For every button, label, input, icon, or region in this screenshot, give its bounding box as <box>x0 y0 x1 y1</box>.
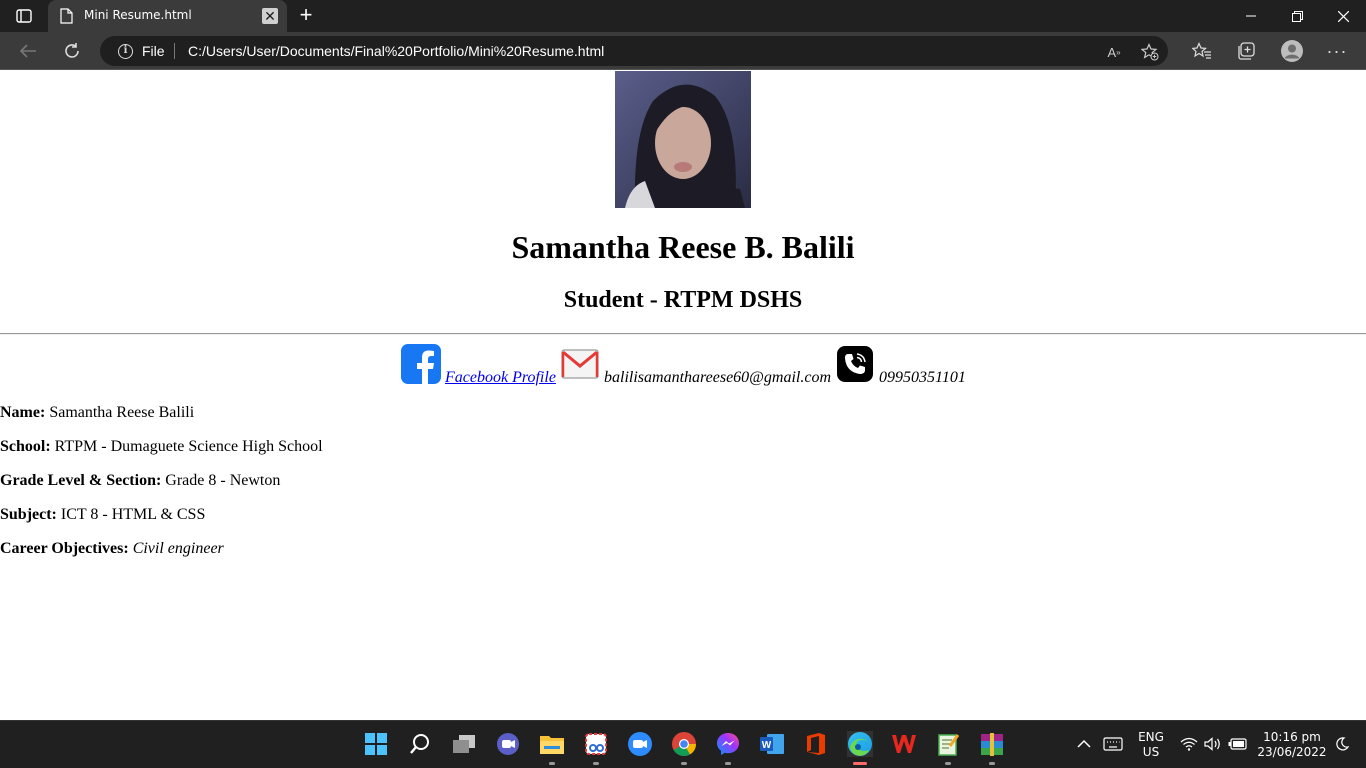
winrar-icon[interactable] <box>979 731 1005 765</box>
profile-photo <box>615 71 751 208</box>
address-separator <box>174 43 175 59</box>
task-view-icon[interactable] <box>451 731 477 757</box>
wps-icon[interactable] <box>891 731 917 757</box>
field-value: Grade 8 - Newton <box>165 472 281 489</box>
taskbar: W ENG US 10:16 pm 23/06/2022 <box>0 720 1366 768</box>
horizontal-rule <box>0 333 1366 335</box>
restore-icon[interactable] <box>1274 0 1320 32</box>
add-favorite-icon[interactable] <box>1140 42 1160 62</box>
field-value: RTPM - Dumaguete Science High School <box>54 438 323 455</box>
running-indicator <box>989 762 995 765</box>
field-school: School: RTPM - Dumaguete Science High Sc… <box>0 438 323 456</box>
collections-icon[interactable] <box>1235 40 1257 62</box>
field-label: Subject: <box>0 506 57 523</box>
word-icon[interactable]: W <box>759 731 785 757</box>
close-tab-icon[interactable]: ✕ <box>262 8 278 24</box>
facebook-icon[interactable] <box>401 344 441 384</box>
field-career-objectives: Career Objectives: Civil engineer <box>0 540 224 558</box>
field-grade-section: Grade Level & Section: Grade 8 - Newton <box>0 472 280 490</box>
clock-date: 23/06/2022 <box>1257 745 1327 759</box>
running-indicator <box>549 762 555 765</box>
new-tab-icon[interactable]: + <box>294 4 318 28</box>
show-hidden-icons-icon[interactable] <box>1073 731 1095 757</box>
contact-row: Facebook Profile balilisamanthareese60@g… <box>0 343 1366 389</box>
tab-bar: Mini Resume.html ✕ + <box>0 0 1366 32</box>
active-indicator <box>853 762 867 765</box>
info-icon[interactable]: i <box>118 44 133 59</box>
edge-icon[interactable] <box>847 731 873 765</box>
tab-actions-icon[interactable] <box>12 7 36 25</box>
browser-toolbar: i File C:/Users/User/Documents/Final%20P… <box>0 32 1366 70</box>
tab-mini-resume[interactable]: Mini Resume.html ✕ <box>48 0 287 32</box>
field-label: School: <box>0 438 51 455</box>
resume-name-heading: Samantha Reese B. Balili <box>511 229 855 265</box>
clock[interactable]: 10:16 pm 23/06/2022 <box>1254 730 1330 760</box>
clock-time: 10:16 pm <box>1263 730 1321 744</box>
refresh-icon[interactable] <box>59 38 85 64</box>
minimize-icon[interactable] <box>1228 0 1274 32</box>
field-label: Grade Level & Section: <box>0 472 162 489</box>
tab-title: Mini Resume.html <box>84 8 192 22</box>
notepad-icon[interactable] <box>935 731 961 765</box>
field-name: Name: Samantha Reese Balili <box>0 404 194 422</box>
field-label: Career Objectives: <box>0 540 129 557</box>
volume-icon[interactable] <box>1202 731 1224 757</box>
field-value: ICT 8 - HTML & CSS <box>60 506 206 523</box>
email-address: balilisamanthareese60@gmail.com <box>604 369 831 386</box>
language-code: ENG <box>1138 730 1164 744</box>
resume-subtitle-heading: Student - RTPM DSHS <box>563 287 803 313</box>
address-bar[interactable]: i File C:/Users/User/Documents/Final%20P… <box>100 36 1168 66</box>
wifi-icon[interactable] <box>1178 731 1200 757</box>
field-subject: Subject: ICT 8 - HTML & CSS <box>0 506 205 524</box>
notifications-moon-icon[interactable] <box>1332 731 1352 757</box>
file-explorer-icon[interactable] <box>539 731 565 765</box>
close-window-icon[interactable] <box>1320 0 1366 32</box>
snipping-tool-icon[interactable] <box>583 731 609 765</box>
favorites-icon[interactable] <box>1191 40 1213 62</box>
phone-icon <box>837 346 873 382</box>
url-text[interactable]: C:/Users/User/Documents/Final%20Portfoli… <box>188 43 604 59</box>
facebook-profile-link[interactable]: Facebook Profile <box>445 369 556 387</box>
address-scheme-label: File <box>142 43 165 59</box>
running-indicator <box>725 762 731 765</box>
running-indicator <box>945 762 951 765</box>
running-indicator <box>593 762 599 765</box>
chrome-icon[interactable] <box>671 731 697 765</box>
back-icon[interactable] <box>15 38 41 64</box>
more-options-icon[interactable]: ··· <box>1326 40 1348 62</box>
document-icon <box>60 8 74 24</box>
field-value: Civil engineer <box>132 540 224 557</box>
messenger-icon[interactable] <box>715 731 741 765</box>
field-value: Samantha Reese Balili <box>49 404 195 421</box>
language-indicator[interactable]: ENG US <box>1135 730 1167 760</box>
teams-chat-icon[interactable] <box>495 731 521 757</box>
profile-avatar-icon[interactable] <box>1281 40 1303 62</box>
resume-page: Samantha Reese B. Balili Student - RTPM … <box>0 71 1366 720</box>
field-label: Name: <box>0 404 46 421</box>
search-icon[interactable] <box>407 731 433 757</box>
read-aloud-icon[interactable]: A» <box>1104 42 1124 62</box>
battery-icon[interactable] <box>1226 731 1250 757</box>
zoom-icon[interactable] <box>627 731 653 757</box>
touch-keyboard-icon[interactable] <box>1101 731 1125 757</box>
svg-text:W: W <box>762 740 772 751</box>
language-region: US <box>1142 745 1160 759</box>
email-icon <box>561 349 599 379</box>
start-icon[interactable] <box>363 731 389 757</box>
running-indicator <box>681 762 687 765</box>
office-icon[interactable] <box>803 731 829 757</box>
phone-number: 09950351101 <box>879 369 966 386</box>
